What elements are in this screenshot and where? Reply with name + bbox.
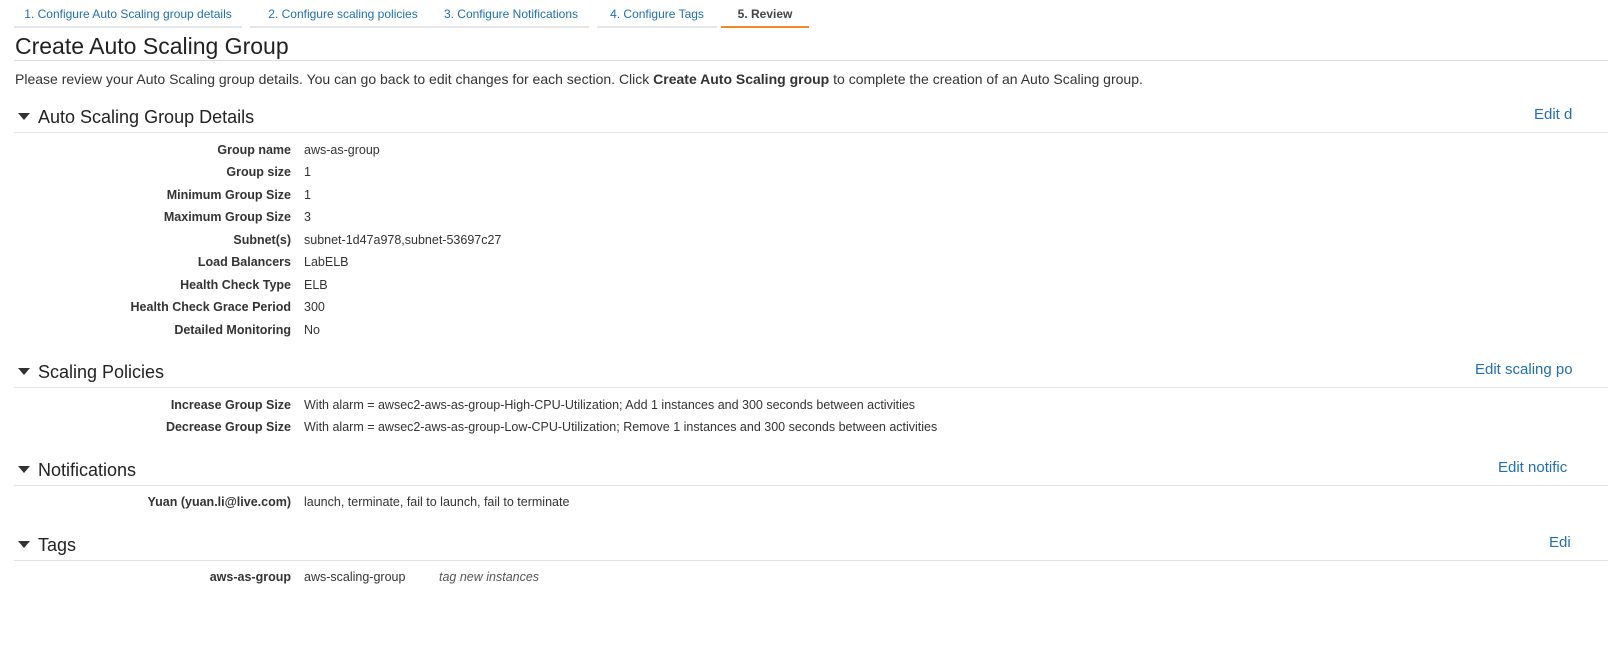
detail-value: 1 (304, 165, 311, 179)
section-notifications-title: Notifications (38, 460, 137, 480)
section-notifications-header: Notifications Edit notific (14, 459, 1608, 486)
detail-value: subnet-1d47a978,subnet-53697c27 (304, 233, 502, 247)
detail-label: Health Check Type (180, 278, 291, 292)
wizard-step-details[interactable]: 1. Configure Auto Scaling group details (14, 0, 242, 28)
wizard-step-policies[interactable]: 2. Configure scaling policies (250, 0, 436, 28)
detail-label: Group size (226, 165, 291, 179)
edit-tags-link[interactable]: Edi (1549, 534, 1571, 551)
section-policies-title: Scaling Policies (38, 362, 165, 382)
section-details-header: Auto Scaling Group Details Edit d (14, 106, 1608, 133)
policy-label: Decrease Group Size (165, 420, 291, 434)
intro-text-start: Please review your Auto Scaling group de… (15, 71, 654, 87)
detail-label: Load Balancers (197, 255, 291, 269)
section-divider (14, 560, 1608, 561)
collapse-triangle-icon[interactable] (18, 466, 30, 473)
detail-value: No (304, 323, 320, 337)
section-divider (14, 132, 1608, 133)
tag-propagate-flag: tag new instances (439, 570, 540, 584)
detail-label: Group name (217, 143, 291, 157)
edit-scaling-policies-link[interactable]: Edit scaling po (1475, 361, 1573, 378)
section-divider (14, 387, 1608, 388)
title-divider (14, 60, 1608, 61)
notification-events: launch, terminate, fail to launch, fail … (304, 495, 570, 509)
tag-value: aws-scaling-group (304, 570, 406, 584)
page-title: Create Auto Scaling Group (15, 33, 289, 59)
detail-label: Maximum Group Size (163, 210, 291, 224)
review-intro: Please review your Auto Scaling group de… (15, 71, 1143, 87)
wizard-step-notifications[interactable]: 3. Configure Notifications (433, 0, 589, 28)
intro-create-action: Create Auto Scaling group (653, 71, 830, 87)
detail-value: LabELB (304, 255, 349, 269)
section-tags-title: Tags (38, 535, 77, 555)
policy-value: With alarm = awsec2-aws-as-group-High-CP… (304, 398, 916, 412)
detail-label: Minimum Group Size (166, 188, 291, 202)
edit-details-link[interactable]: Edit d (1534, 106, 1572, 123)
collapse-triangle-icon[interactable] (18, 113, 30, 120)
detail-label: Subnet(s) (233, 233, 291, 247)
collapse-triangle-icon[interactable] (18, 368, 30, 375)
wizard-step-tags[interactable]: 4. Configure Tags (597, 0, 717, 28)
edit-notifications-link[interactable]: Edit notific (1498, 459, 1567, 476)
section-policies-header: Scaling Policies Edit scaling po (14, 361, 1608, 388)
wizard-step-review[interactable]: 5. Review (721, 0, 809, 28)
notification-recipient: Yuan (yuan.li@live.com) (147, 495, 291, 509)
detail-value: 3 (304, 210, 311, 224)
section-divider (14, 485, 1608, 486)
detail-label: Health Check Grace Period (130, 300, 291, 314)
detail-value: 300 (304, 300, 325, 314)
detail-label: Detailed Monitoring (174, 323, 291, 337)
detail-value: 1 (304, 188, 311, 202)
policy-label: Increase Group Size (170, 398, 291, 412)
section-details-title: Auto Scaling Group Details (38, 107, 255, 127)
section-tags-header: Tags Edi (14, 534, 1608, 561)
detail-value: ELB (304, 278, 328, 292)
tag-key: aws-as-group (209, 570, 291, 584)
policy-value: With alarm = awsec2-aws-as-group-Low-CPU… (304, 420, 938, 434)
detail-value: aws-as-group (304, 143, 380, 157)
collapse-triangle-icon[interactable] (18, 541, 30, 548)
intro-text-end: to complete the creation of an Auto Scal… (829, 71, 1143, 87)
